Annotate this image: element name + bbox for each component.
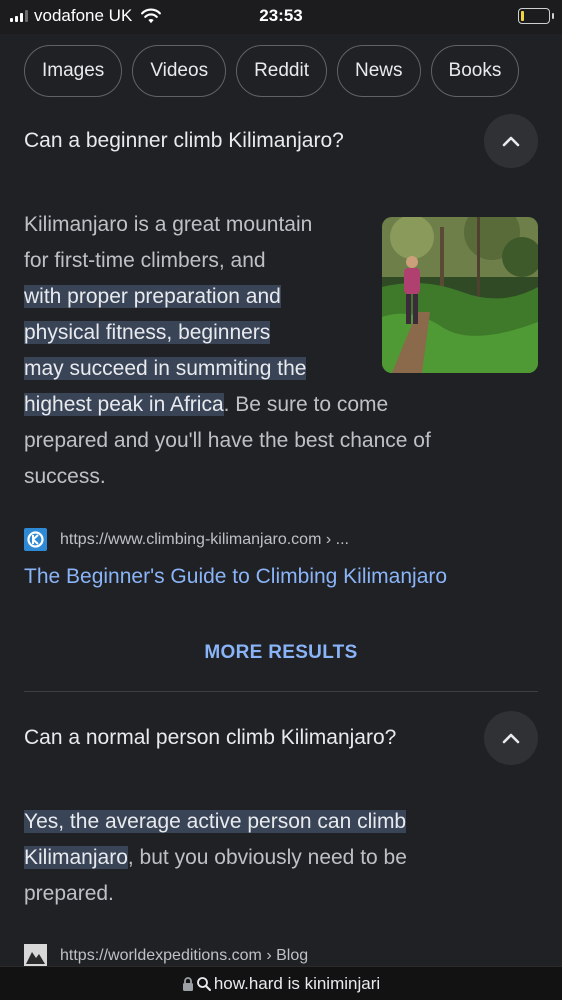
answer-line: highest peak in Africa. Be sure to come	[24, 387, 431, 423]
highlighted-text: highest peak in Africa	[24, 393, 224, 416]
faq-answer-normal-person: Yes, the average active person can climb…	[24, 804, 407, 912]
chip-reddit[interactable]: Reddit	[236, 45, 327, 97]
answer-line: success.	[24, 459, 431, 495]
answer-line: Kilimanjaro, but you obviously need to b…	[24, 840, 407, 876]
browser-url-bar[interactable]: how.hard is kiniminjari	[0, 966, 562, 1000]
collapse-button-beginner[interactable]	[484, 114, 538, 168]
hiker-on-trail-image	[382, 217, 538, 373]
divider	[24, 691, 538, 692]
answer-text: prepared and you'll have the best chance…	[24, 429, 431, 452]
lock-icon	[182, 976, 193, 991]
answer-line: may succeed in summiting the	[24, 351, 431, 387]
more-results-button[interactable]: MORE RESULTS	[0, 642, 562, 664]
chip-news[interactable]: News	[337, 45, 421, 97]
answer-line: Kilimanjaro is a great mountain	[24, 207, 431, 243]
chip-images[interactable]: Images	[24, 45, 123, 97]
faq-question-normal-person[interactable]: Can a normal person climb Kilimanjaro?	[24, 726, 396, 750]
source-url-2: https://worldexpeditions.com › Blog	[60, 946, 309, 964]
source-citation-1[interactable]: https://www.climbing-kilimanjaro.com › .…	[24, 528, 349, 551]
hiker-thumbnail-image[interactable]	[382, 217, 538, 373]
highlighted-text: may succeed in summiting the	[24, 357, 307, 380]
url-bar-query: how.hard is kiniminjari	[213, 973, 381, 993]
chevron-up-icon	[502, 733, 520, 744]
answer-line: prepared.	[24, 876, 407, 912]
answer-line: Yes, the average active person can climb	[24, 804, 407, 840]
search-filter-chips: Images Videos Reddit News Books	[24, 45, 520, 97]
highlighted-text: with proper preparation and	[24, 285, 281, 308]
chip-videos[interactable]: Videos	[132, 45, 227, 97]
status-bar: vodafone UK 23:53	[0, 0, 562, 34]
search-icon	[196, 976, 211, 991]
faq-question-beginner[interactable]: Can a beginner climb Kilimanjaro?	[24, 129, 344, 153]
chip-books[interactable]: Books	[430, 45, 520, 97]
answer-text: Kilimanjaro is a great mountain	[24, 213, 313, 236]
highlighted-text: physical fitness, beginners	[24, 321, 271, 344]
battery-icon	[518, 8, 554, 24]
answer-line: with proper preparation and	[24, 279, 431, 315]
answer-text: prepared.	[24, 882, 114, 905]
answer-text: . Be sure to come	[223, 393, 389, 416]
answer-text: success.	[24, 465, 106, 488]
highlighted-text: Kilimanjaro	[24, 846, 128, 869]
highlighted-text: Yes, the average active person can climb	[24, 810, 407, 833]
answer-line: prepared and you'll have the best chance…	[24, 423, 431, 459]
climbing-kilimanjaro-logo-icon	[24, 528, 47, 551]
worldexpeditions-logo-icon	[24, 944, 47, 967]
chevron-up-icon	[502, 136, 520, 147]
answer-text: , but you obviously need to be	[127, 846, 407, 869]
clock: 23:53	[259, 6, 303, 25]
answer-text: for first-time climbers, and	[24, 249, 266, 272]
result-link-beginners-guide[interactable]: The Beginner's Guide to Climbing Kiliman…	[24, 565, 447, 589]
source-citation-2[interactable]: https://worldexpeditions.com › Blog	[24, 944, 308, 967]
faq-answer-beginner: Kilimanjaro is a great mountain for first…	[24, 207, 431, 495]
answer-line: physical fitness, beginners	[24, 315, 431, 351]
answer-line: for first-time climbers, and	[24, 243, 431, 279]
source-url-1: https://www.climbing-kilimanjaro.com › .…	[60, 530, 349, 548]
collapse-button-normal-person[interactable]	[484, 711, 538, 765]
